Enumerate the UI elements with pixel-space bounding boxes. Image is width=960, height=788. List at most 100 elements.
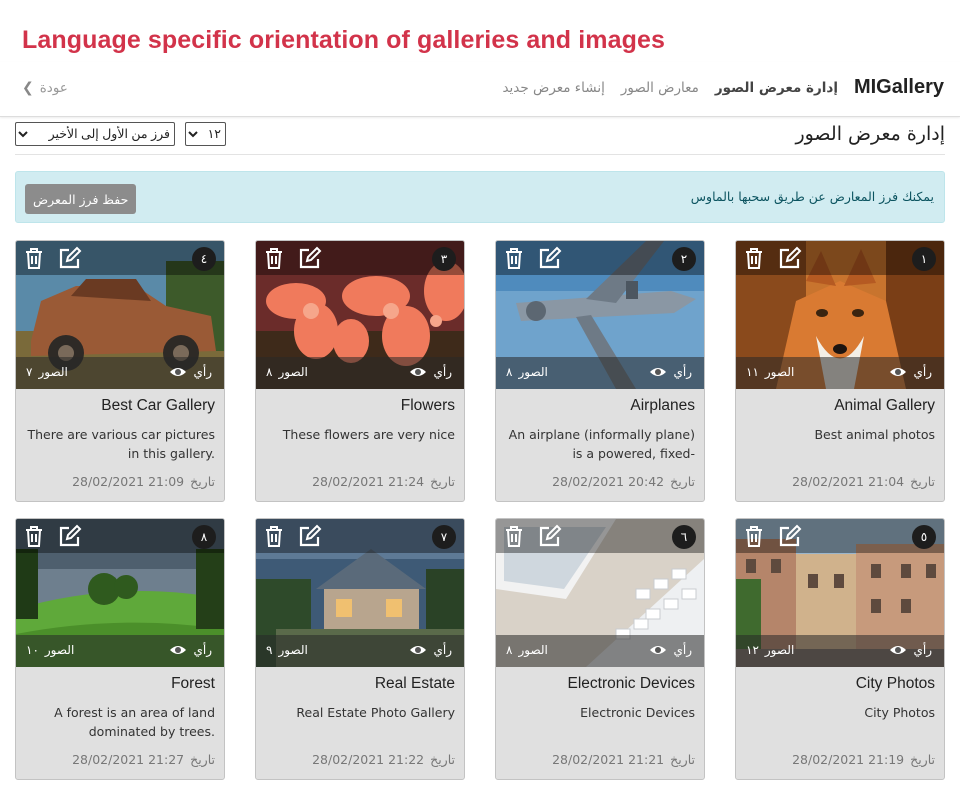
photos-label: الصور bbox=[278, 365, 308, 379]
trash-icon[interactable] bbox=[20, 244, 48, 272]
gallery-thumbnail[interactable]: ٣ رأي الصور ٨ bbox=[256, 241, 464, 389]
photos-count: ١١ bbox=[746, 365, 759, 379]
trash-icon[interactable] bbox=[740, 244, 768, 272]
views-stat: رأي bbox=[169, 365, 212, 379]
back-link[interactable]: ❮ عودة bbox=[22, 80, 68, 96]
gallery-description: City Photos bbox=[864, 705, 935, 720]
card-stats-bar: رأي الصور ٨ bbox=[496, 357, 704, 389]
page-size-select[interactable]: ١٢ bbox=[185, 122, 226, 146]
gallery-description: Best animal photos bbox=[814, 427, 935, 442]
gallery-title[interactable]: Animal Gallery bbox=[834, 397, 935, 415]
views-stat: رأي bbox=[649, 365, 692, 379]
trash-icon[interactable] bbox=[740, 522, 768, 550]
sort-info-alert: يمكنك فرز المعارض عن طريق سحبها بالماوس … bbox=[15, 171, 945, 223]
photos-count: ٩ bbox=[266, 643, 273, 657]
gallery-thumbnail[interactable]: ١ رأي الصور ١١ bbox=[736, 241, 944, 389]
trash-icon[interactable] bbox=[260, 522, 288, 550]
views-label: رأي bbox=[913, 365, 932, 379]
card-stats-bar: رأي الصور ١١ bbox=[736, 357, 944, 389]
photos-label: الصور bbox=[44, 643, 75, 657]
section-title: إدارة معرض الصور bbox=[795, 123, 945, 145]
gallery-thumbnail[interactable]: ٥ رأي الصور ١٢ bbox=[736, 519, 944, 667]
gallery-title[interactable]: Airplanes bbox=[630, 397, 695, 415]
date-label: تاريخ bbox=[670, 474, 695, 489]
trash-icon[interactable] bbox=[500, 522, 528, 550]
gallery-thumbnail[interactable]: ٨ رأي الصور ١٠ bbox=[16, 519, 224, 667]
trash-icon[interactable] bbox=[20, 522, 48, 550]
gallery-title[interactable]: Electronic Devices bbox=[568, 675, 696, 693]
date-label: تاريخ bbox=[910, 752, 935, 767]
gallery-thumbnail[interactable]: ٦ رأي الصور ٨ bbox=[496, 519, 704, 667]
nav-link-galleries[interactable]: معارض الصور bbox=[621, 80, 699, 96]
gallery-title[interactable]: City Photos bbox=[856, 675, 935, 693]
gallery-card[interactable]: ٨ رأي الصور ١٠ Forest A forest is an are… bbox=[15, 518, 225, 780]
gallery-thumbnail[interactable]: ٢ رأي الصور ٨ bbox=[496, 241, 704, 389]
photos-stat: الصور ٩ bbox=[266, 643, 308, 657]
gallery-title[interactable]: Forest bbox=[171, 675, 215, 693]
edit-icon[interactable] bbox=[56, 522, 84, 550]
photos-label: الصور bbox=[278, 643, 308, 657]
date-value: 28/02/2021 21:22 bbox=[312, 752, 425, 767]
trash-icon[interactable] bbox=[500, 244, 528, 272]
photos-label: الصور bbox=[764, 643, 795, 657]
views-label: رأي bbox=[673, 643, 692, 657]
gallery-date: تاريخ 28/02/2021 21:09 bbox=[72, 474, 215, 489]
photos-count: ٨ bbox=[266, 365, 273, 379]
views-stat: رأي bbox=[169, 643, 212, 657]
edit-icon[interactable] bbox=[776, 244, 804, 272]
gallery-card[interactable]: ٦ رأي الصور ٨ Electronic Devices Electro… bbox=[495, 518, 705, 780]
nav-link-create-gallery[interactable]: إنشاء معرض جديد bbox=[502, 80, 604, 96]
photos-label: الصور bbox=[38, 365, 68, 379]
edit-icon[interactable] bbox=[296, 244, 324, 272]
gallery-date: تاريخ 28/02/2021 21:24 bbox=[312, 474, 455, 489]
photos-label: الصور bbox=[518, 365, 548, 379]
gallery-card[interactable]: ٢ رأي الصور ٨ Airplanes An airplane (inf… bbox=[495, 240, 705, 502]
save-sort-button[interactable]: حفظ فرز المعرض bbox=[25, 184, 137, 214]
card-action-bar: ٧ bbox=[256, 519, 464, 553]
gallery-title[interactable]: Real Estate bbox=[375, 675, 455, 693]
gallery-card[interactable]: ٣ رأي الصور ٨ Flowers These flowers are … bbox=[255, 240, 465, 502]
photos-stat: الصور ١٠ bbox=[26, 643, 74, 657]
date-label: تاريخ bbox=[430, 474, 455, 489]
photos-stat: الصور ٨ bbox=[506, 643, 548, 657]
date-label: تاريخ bbox=[190, 474, 215, 489]
edit-icon[interactable] bbox=[536, 244, 564, 272]
views-stat: رأي bbox=[889, 643, 932, 657]
gallery-card[interactable]: ١ رأي الصور ١١ Animal Gallery Best anima… bbox=[735, 240, 945, 502]
date-label: تاريخ bbox=[430, 752, 455, 767]
views-label: رأي bbox=[673, 365, 692, 379]
nav-link-manage-gallery[interactable]: إدارة معرض الصور bbox=[715, 80, 838, 96]
date-value: 28/02/2021 20:42 bbox=[552, 474, 665, 489]
gallery-title[interactable]: Flowers bbox=[401, 397, 455, 415]
edit-icon[interactable] bbox=[56, 244, 84, 272]
order-badge: ٢ bbox=[672, 247, 696, 271]
eye-icon bbox=[409, 366, 427, 378]
eye-icon bbox=[649, 366, 667, 378]
views-stat: رأي bbox=[409, 643, 452, 657]
card-stats-bar: رأي الصور ٨ bbox=[496, 635, 704, 667]
gallery-card[interactable]: ٤ رأي الصور ٧ Best Car Gallery There are… bbox=[15, 240, 225, 502]
edit-icon[interactable] bbox=[776, 522, 804, 550]
gallery-card[interactable]: ٧ رأي الصور ٩ Real Estate Real Estate Ph… bbox=[255, 518, 465, 780]
brand-logo[interactable]: MIGallery bbox=[854, 76, 944, 99]
card-action-bar: ٤ bbox=[16, 241, 224, 275]
edit-icon[interactable] bbox=[536, 522, 564, 550]
gallery-title[interactable]: Best Car Gallery bbox=[101, 397, 215, 415]
trash-icon[interactable] bbox=[260, 244, 288, 272]
chevron-left-icon: ❮ bbox=[22, 80, 34, 96]
date-value: 28/02/2021 21:09 bbox=[72, 474, 185, 489]
eye-icon bbox=[649, 644, 667, 656]
gallery-description: An airplane (informally plane) is a powe… bbox=[508, 427, 695, 461]
gallery-description: Real Estate Photo Gallery bbox=[296, 705, 455, 720]
gallery-thumbnail[interactable]: ٧ رأي الصور ٩ bbox=[256, 519, 464, 667]
photos-count: ٨ bbox=[506, 643, 513, 657]
card-stats-bar: رأي الصور ٧ bbox=[16, 357, 224, 389]
sort-select[interactable]: فرز من الأول إلى الأخير bbox=[15, 122, 175, 146]
gallery-thumbnail[interactable]: ٤ رأي الصور ٧ bbox=[16, 241, 224, 389]
edit-icon[interactable] bbox=[296, 522, 324, 550]
photos-stat: الصور ١١ bbox=[746, 365, 794, 379]
photos-label: الصور bbox=[518, 643, 548, 657]
card-action-bar: ٣ bbox=[256, 241, 464, 275]
order-badge: ٨ bbox=[192, 525, 216, 549]
gallery-card[interactable]: ٥ رأي الصور ١٢ City Photos City Photos ت… bbox=[735, 518, 945, 780]
